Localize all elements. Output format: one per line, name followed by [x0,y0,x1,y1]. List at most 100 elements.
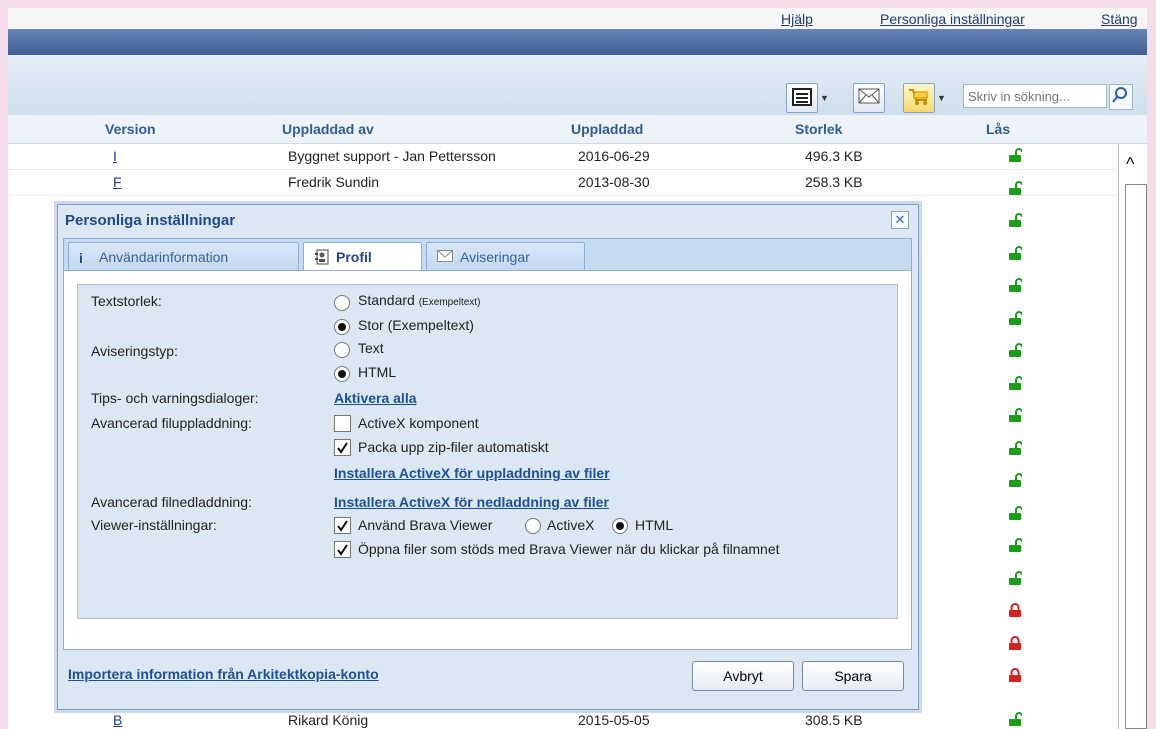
viewer-activex-radio[interactable] [525,518,541,534]
unlocked-icon [1009,278,1022,292]
unzip-label: Packa upp zip-filer automatiskt [358,439,549,455]
install-download-activex-link[interactable]: Installera ActiveX för nedladdning av fi… [334,494,609,510]
activate-all-link[interactable]: Aktivera alla [334,390,417,406]
uploaded-cell: 2016-06-29 [578,148,650,164]
unlocked-icon [1009,310,1022,325]
cart-button[interactable] [903,83,935,113]
cart-icon [909,89,928,105]
tab-notifications[interactable]: Aviseringar [426,242,585,270]
unlocked-icon [1009,505,1022,520]
toolbar: ▼ ▼ [8,55,1147,115]
size-cell: 496.3 KB [805,148,863,164]
tab-label: Profil [336,249,372,265]
checkmark-icon [337,520,348,532]
envelope-icon [858,88,880,104]
save-button[interactable]: Spara [802,661,904,691]
checkmark-icon [337,442,348,454]
locked-icon [1009,603,1021,617]
profile-tab-content: Textstorlek: Standard (Exempeltext) Stor… [63,270,912,650]
table-row[interactable]: F Fredrik Sundin 2013-08-30 258.3 KB [8,170,1119,196]
version-link[interactable]: B [113,712,122,728]
col-uploaded[interactable]: Uppladdad [571,121,643,137]
table-row[interactable]: I Byggnet support - Jan Pettersson 2016-… [8,144,1119,170]
uploaded-by-cell: Rikard König [288,712,369,728]
unlocked-icon [1009,213,1022,227]
tab-label: Aviseringar [460,249,530,265]
mail-button[interactable] [853,83,885,113]
unlocked-icon [1009,180,1022,195]
uploaded-by-cell: Byggnet support - Jan Pettersson [288,148,496,164]
tab-user-information[interactable]: i Användarinformation [68,242,299,270]
dialog-close-icon[interactable]: ✕ [891,211,909,229]
tab-profile[interactable]: Profil [303,242,422,272]
col-version[interactable]: Version [105,121,156,137]
scroll-up-icon[interactable]: ^ [1126,154,1134,175]
install-upload-activex-link[interactable]: Installera ActiveX för uppladdning av fi… [334,465,610,481]
checkmark-icon [337,544,348,556]
uploaded-by-cell: Fredrik Sundin [288,174,380,190]
table-header: Version Uppladdad av Uppladdad Storlek L… [8,115,1147,144]
text-size-standard-label: Standard (Exempeltext) [358,292,480,308]
standard-example-text: (Exempeltext) [418,297,481,308]
help-link[interactable]: Hjälp [781,11,813,27]
col-uploaded-by[interactable]: Uppladdad av [282,121,374,137]
notification-html-radio[interactable] [334,366,350,382]
profile-settings-panel: Textstorlek: Standard (Exempeltext) Stor… [77,284,898,619]
dialog-tabs: i Användarinformation Profil Aviseringar [63,238,912,272]
size-cell: 308.5 KB [805,712,863,728]
unlocked-icon [1009,148,1022,162]
viewer-html-radio[interactable] [612,518,628,534]
unlocked-icon [1009,375,1022,390]
unlocked-icon [1009,245,1022,260]
col-lock[interactable]: Lås [986,121,1010,137]
table-row[interactable]: B Rikard König 2015-05-05 308.5 KB [8,708,1119,729]
text-size-standard-radio[interactable] [334,295,350,311]
notification-type-label: Aviseringstyp: [91,343,178,359]
import-architect-account-link[interactable]: Importera information från Arkitektkopia… [68,666,379,682]
adv-upload-label: Avancerad filuppladdning: [91,415,252,431]
open-with-brava-checkbox[interactable] [334,541,351,558]
dialog-title: Personliga inställningar [65,212,236,229]
list-menu-icon [792,88,812,106]
unlocked-icon [1009,570,1022,585]
locked-icon [1009,635,1021,650]
uploaded-cell: 2015-05-05 [578,712,650,728]
tab-label: Användarinformation [99,249,229,265]
scrollbar-track[interactable] [1125,184,1147,729]
menu-button[interactable] [786,83,818,113]
version-link[interactable]: F [113,174,122,190]
search-icon [1112,87,1127,103]
standard-text: Standard [358,292,415,308]
unlocked-icon [1009,473,1022,487]
text-size-label: Textstorlek: [91,293,162,309]
activex-component-checkbox[interactable] [334,415,351,432]
use-brava-label: Använd Brava Viewer [358,517,493,533]
profile-icon [315,249,329,265]
unlocked-icon [1009,440,1022,455]
info-icon: i [79,250,83,266]
unzip-checkbox[interactable] [334,439,351,456]
use-brava-checkbox[interactable] [334,517,351,534]
cancel-button[interactable]: Avbryt [692,661,794,691]
unlocked-icon [1009,408,1022,422]
top-links-bar: Hjälp Personliga inställningar Stäng [8,8,1147,29]
close-link[interactable]: Stäng [1101,11,1138,27]
search-input[interactable] [963,84,1107,108]
text-size-large-radio[interactable] [334,319,350,335]
tips-label: Tips- och varningsdialoger: [91,390,259,406]
version-link[interactable]: I [113,148,117,164]
personal-settings-link[interactable]: Personliga inställningar [880,11,1025,27]
unlocked-icon [1009,712,1022,726]
locked-icon [1009,668,1021,682]
open-with-brava-label: Öppna filer som stöds med Brava Viewer n… [358,541,780,557]
vertical-scrollbar[interactable]: ^ [1118,144,1147,729]
personal-settings-dialog: Personliga inställningar ✕ i Användarinf… [57,204,919,710]
notification-text-radio[interactable] [334,342,350,358]
col-size[interactable]: Storlek [795,121,842,137]
notification-text-label: Text [358,340,384,356]
text-size-large-label: Stor (Exempeltext) [358,317,474,333]
viewer-activex-label: ActiveX [547,517,595,533]
cart-dropdown-arrow-icon[interactable]: ▼ [937,93,946,103]
search-button[interactable] [1109,84,1133,110]
menu-dropdown-arrow-icon[interactable]: ▼ [820,93,829,103]
